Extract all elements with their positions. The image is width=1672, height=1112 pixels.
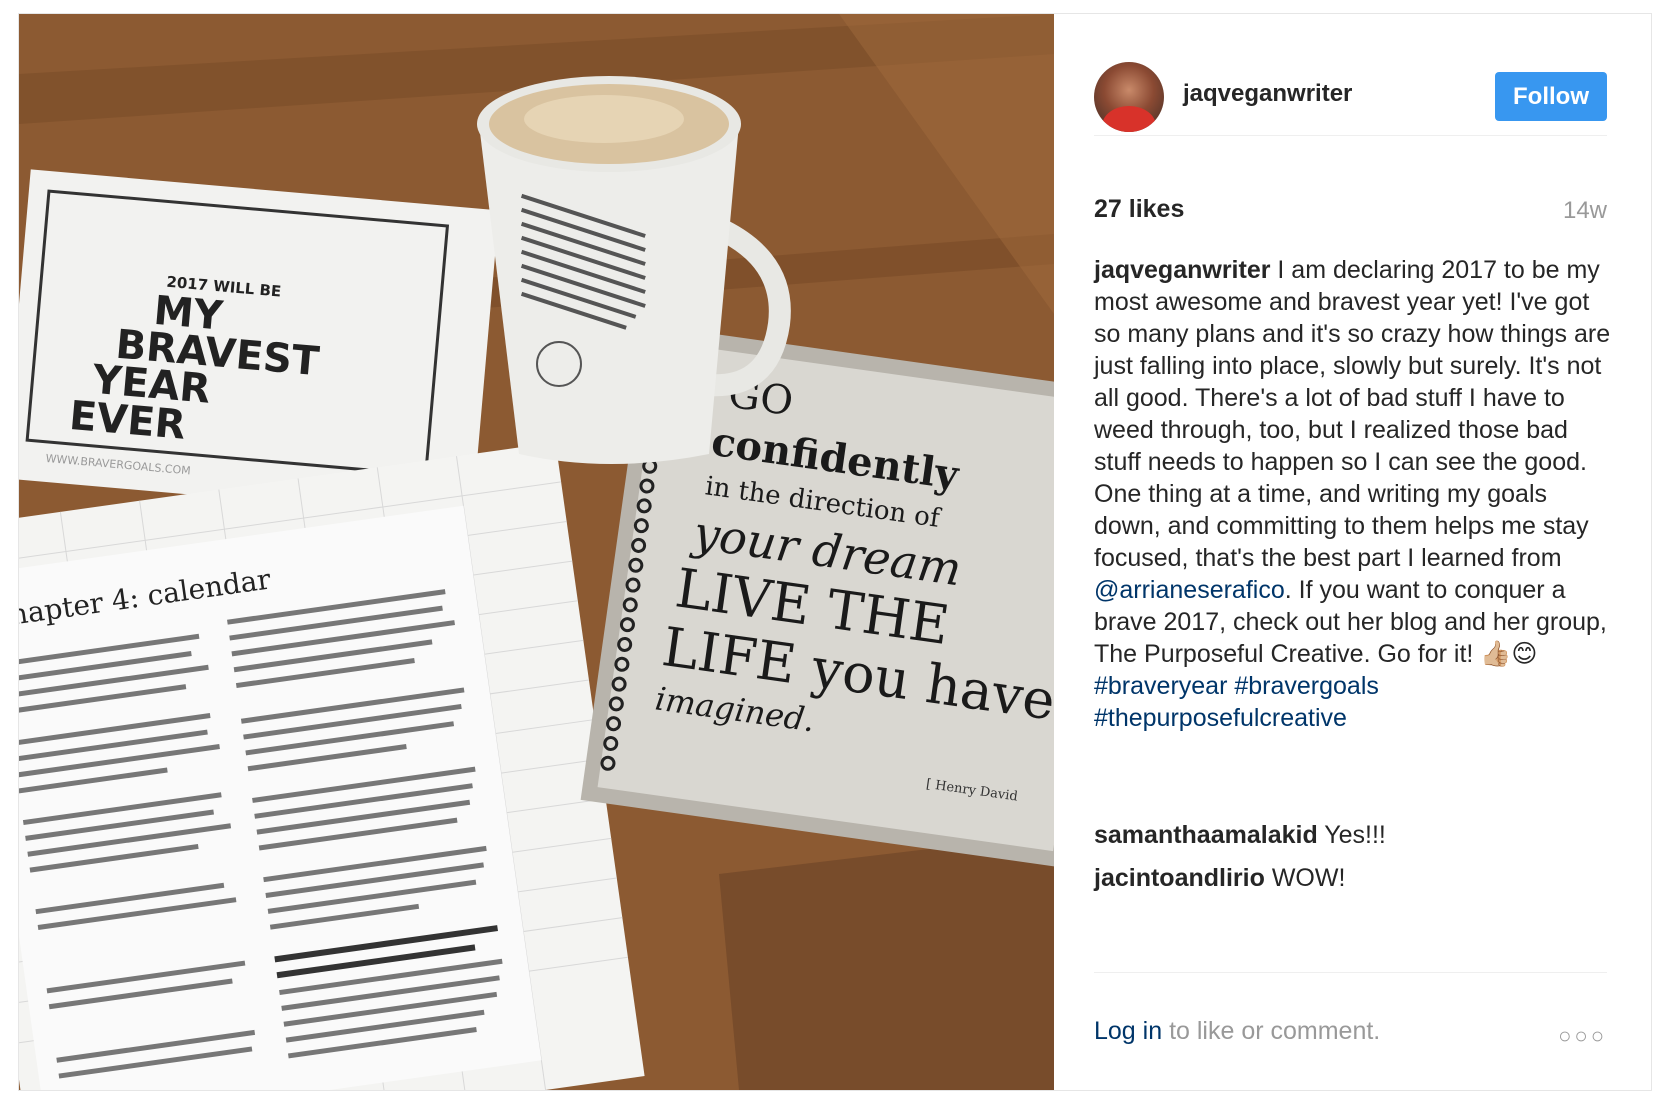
photo-illustration: 2017 WILL BE MY BRAVEST YEAR EVER WWW.BR… [19,14,1054,1090]
post-timestamp[interactable]: 14w [1563,197,1607,225]
post-footer: Log in to like or comment. ○○○ [1094,972,1607,1073]
comment-text: Yes!!! [1324,821,1386,849]
hashtag-thepurposefulcreative[interactable]: #thepurposefulcreative [1094,704,1347,732]
caption-mention[interactable]: @arrianeserafico [1094,576,1285,604]
avatar-shirt [1102,106,1156,132]
login-link[interactable]: Log in [1094,1017,1162,1045]
caption-text-before: I am declaring 2017 to be my most awesom… [1094,256,1611,572]
comment-author[interactable]: samanthaamalakid [1094,821,1318,849]
comment-author[interactable]: jacintoandlirio [1094,864,1265,892]
post-header: jaqveganwriter Follow [1094,47,1607,136]
post-sidebar: jaqveganwriter Follow 27 likes 14w jaqve… [1054,14,1651,1090]
caption-author[interactable]: jaqveganwriter [1094,256,1270,284]
follow-button[interactable]: Follow [1495,72,1607,121]
comment-item: samanthaamalakid Yes!!! [1094,819,1614,851]
comments-list: samanthaamalakid Yes!!! jacintoandlirio … [1094,819,1614,905]
login-prompt: Log in to like or comment. [1094,1017,1380,1046]
post-photo[interactable]: 2017 WILL BE MY BRAVEST YEAR EVER WWW.BR… [19,14,1054,1090]
comment-text: WOW! [1271,864,1346,892]
username[interactable]: jaqveganwriter [1183,80,1352,108]
more-options-icon[interactable]: ○○○ [1558,1023,1607,1049]
post-caption: jaqveganwriter I am declaring 2017 to be… [1094,254,1614,734]
avatar[interactable] [1094,62,1164,132]
hashtag-braveryear[interactable]: #braveryear [1094,672,1227,700]
hashtag-bravergoals[interactable]: #bravergoals [1234,672,1379,700]
post-card: 2017 WILL BE MY BRAVEST YEAR EVER WWW.BR… [18,13,1652,1091]
likes-count[interactable]: 27 likes [1094,195,1184,224]
comment-item: jacintoandlirio WOW! [1094,862,1614,894]
login-prompt-rest: to like or comment. [1162,1017,1381,1045]
